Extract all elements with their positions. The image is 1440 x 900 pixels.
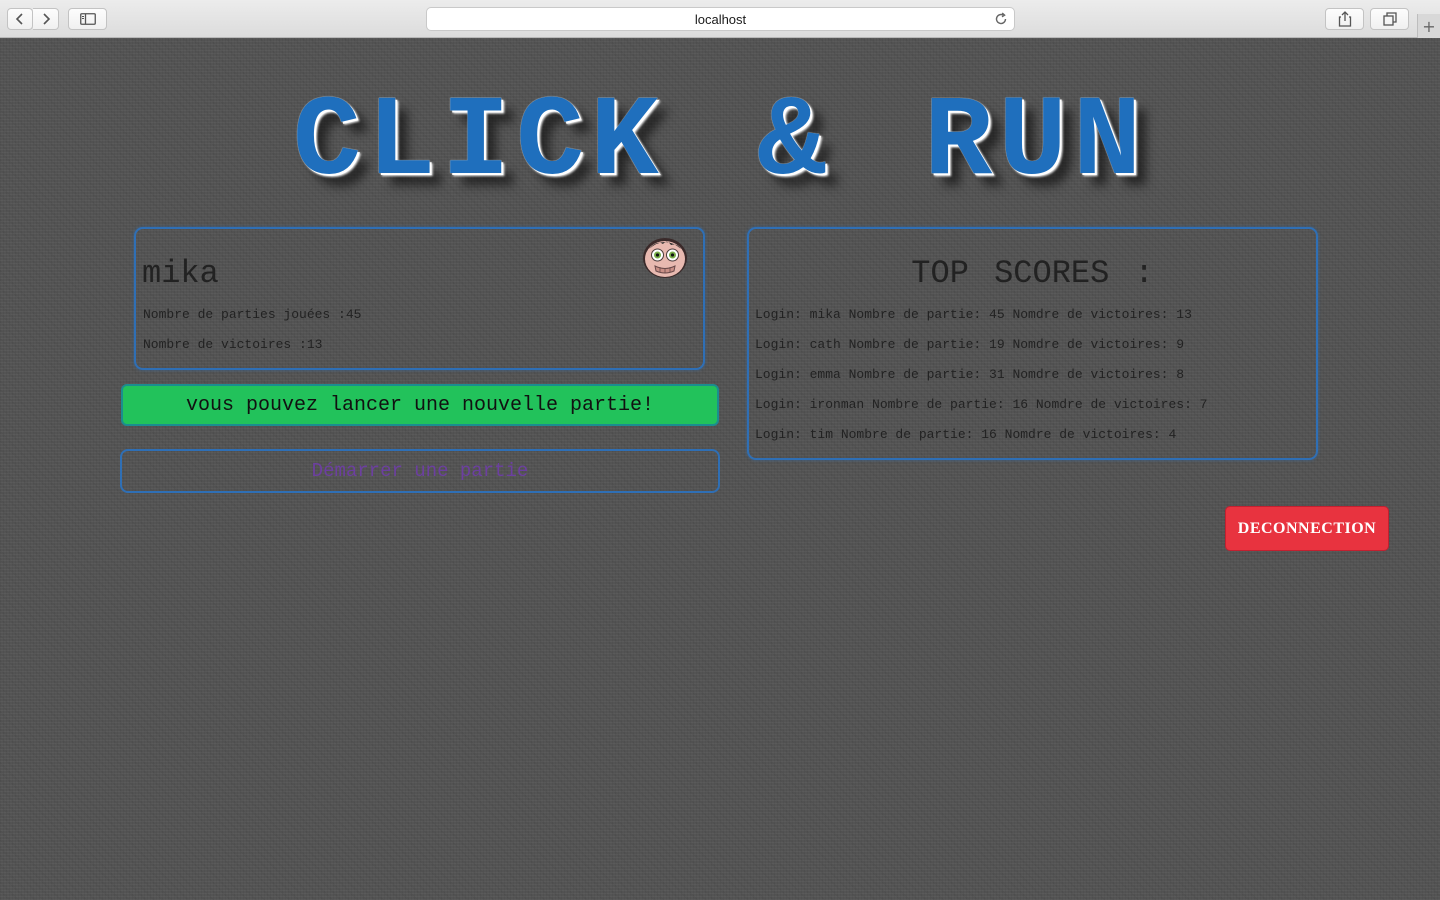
sidebar-icon	[79, 13, 96, 25]
score-row: Login: mika Nombre de partie: 45 Nomdre …	[755, 307, 1192, 322]
chevron-right-icon	[42, 13, 50, 25]
reload-icon[interactable]	[994, 12, 1008, 26]
share-icon	[1338, 11, 1351, 27]
profile-panel: mika Nombre de parties jouées :45 Nombre…	[134, 227, 705, 370]
username: mika	[142, 255, 219, 292]
zombie-avatar-icon	[643, 238, 687, 278]
tabs-overview-button[interactable]	[1370, 8, 1409, 30]
status-message: vous pouvez lancer une nouvelle partie!	[121, 384, 719, 426]
back-button[interactable]	[7, 8, 33, 30]
wins-stat: Nombre de victoires :13	[143, 337, 323, 352]
browser-toolbar: localhost +	[0, 0, 1440, 38]
score-row: Login: cath Nombre de partie: 19 Nomdre …	[755, 337, 1185, 352]
page: CLICK & RUN mika Nombre de parties jouée…	[0, 38, 1440, 900]
page-title: CLICK & RUN	[292, 79, 1148, 208]
score-row: Login: emma Nombre de partie: 31 Nomdre …	[755, 367, 1185, 382]
logout-button[interactable]: DECONNECTION	[1225, 506, 1389, 551]
sidebar-button[interactable]	[68, 8, 107, 30]
start-game-button[interactable]: Démarrer une partie	[120, 449, 720, 493]
score-row: Login: ironman Nombre de partie: 16 Nomd…	[755, 397, 1208, 412]
tabs-overview-icon	[1382, 12, 1397, 26]
score-row: Login: tim Nombre de partie: 16 Nomdre d…	[755, 427, 1177, 442]
chevron-left-icon	[15, 13, 23, 25]
top-scores-panel: TOP SCORES : Login: mika Nombre de parti…	[747, 227, 1318, 460]
plus-icon: +	[1422, 16, 1436, 36]
new-tab-button[interactable]: +	[1417, 14, 1440, 38]
games-played-stat: Nombre de parties jouées :45	[143, 307, 362, 322]
address-bar[interactable]: localhost	[426, 7, 1015, 31]
url-text: localhost	[694, 11, 747, 27]
share-button[interactable]	[1325, 8, 1364, 30]
forward-button[interactable]	[33, 8, 59, 30]
top-scores-title: TOP SCORES :	[911, 255, 1154, 292]
